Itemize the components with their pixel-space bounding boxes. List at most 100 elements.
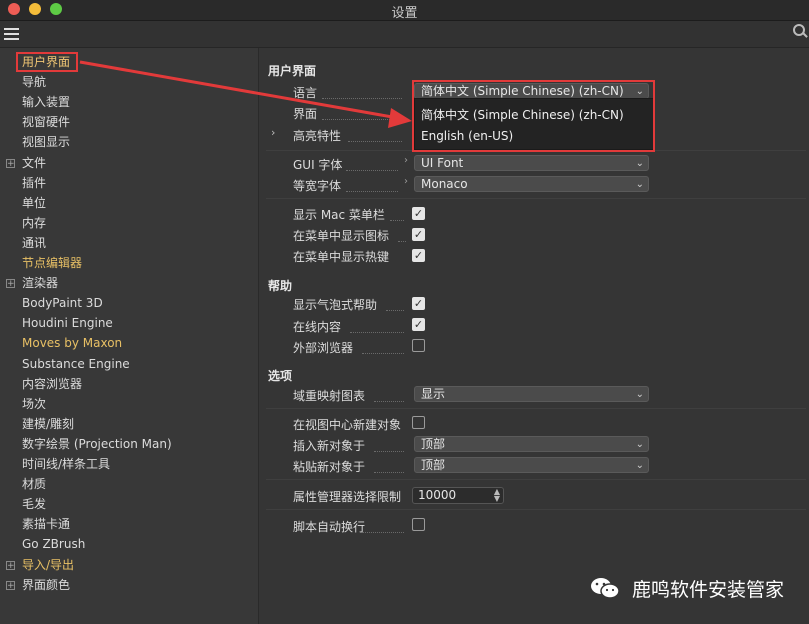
dotted-leader <box>350 331 404 333</box>
section-user-interface: 用户界面 <box>268 64 317 78</box>
online-content-label: 在线内容 <box>293 320 342 334</box>
attr-manager-limit-input[interactable]: 10000 ▲ ▼ <box>412 487 504 504</box>
expand-icon[interactable]: + <box>6 159 15 169</box>
sidebar-item[interactable]: 数字绘景 (Projection Man) <box>22 435 172 453</box>
section-options: 选项 <box>268 369 293 383</box>
dotted-leader <box>348 140 402 142</box>
sidebar-item[interactable]: Moves by Maxon <box>22 334 122 352</box>
sidebar-item[interactable]: 导航 <box>22 73 46 91</box>
gui-font-value: UI Font <box>421 156 464 170</box>
dotted-leader <box>386 309 404 311</box>
sidebar-item[interactable]: Substance Engine <box>22 355 130 373</box>
chevron-down-icon: ⌄ <box>635 179 644 190</box>
new-object-view-center-checkbox[interactable] <box>412 416 425 429</box>
language-label: 语言 <box>293 86 318 100</box>
sidebar-item[interactable]: 插件 <box>22 174 46 192</box>
online-content-checkbox[interactable]: ✓ <box>412 318 425 331</box>
window-title: 设置 <box>391 6 418 21</box>
paste-new-object-label: 粘贴新对象于 <box>293 460 366 474</box>
insert-new-object-dropdown[interactable]: 顶部 ⌄ <box>414 436 649 452</box>
interface-label: 界面 <box>293 107 318 121</box>
stepper-arrows-icon[interactable]: ▲ ▼ <box>494 488 500 503</box>
show-mac-menubar-label: 显示 Mac 菜单栏 <box>293 208 385 222</box>
highlight-feature-label: 高亮特性 <box>293 129 342 143</box>
watermark-text: 鹿鸣软件安装管家 <box>631 579 784 601</box>
sidebar-item[interactable]: 素描卡通 <box>22 515 70 533</box>
paste-new-object-dropdown[interactable]: 顶部 ⌄ <box>414 457 649 473</box>
sidebar-item[interactable]: 界面颜色 <box>22 576 70 594</box>
sidebar-item[interactable]: BodyPaint 3D <box>22 294 103 312</box>
sidebar-item[interactable]: Go ZBrush <box>22 535 85 553</box>
mono-font-dropdown[interactable]: Monaco ⌄ <box>414 176 649 192</box>
dotted-leader <box>346 190 398 192</box>
dotted-leader <box>374 471 404 473</box>
attr-manager-limit-value: 10000 <box>418 488 457 502</box>
sidebar-item[interactable]: 视窗硬件 <box>22 113 70 131</box>
field-remap-chart-dropdown[interactable]: 显示 ⌄ <box>414 386 649 402</box>
new-object-view-center-label: 在视图中心新建对象 <box>293 418 402 432</box>
mono-font-label: 等宽字体 <box>293 179 342 193</box>
chevron-right-icon[interactable]: › <box>271 126 275 139</box>
expand-icon[interactable]: + <box>6 561 15 571</box>
script-auto-wrap-checkbox[interactable] <box>412 518 425 531</box>
search-icon[interactable] <box>793 24 808 38</box>
dotted-leader <box>374 450 404 452</box>
sidebar-item[interactable]: 毛发 <box>22 495 46 513</box>
dotted-leader <box>322 118 402 120</box>
sidebar-item[interactable]: Houdini Engine <box>22 314 113 332</box>
divider <box>266 198 806 199</box>
gui-font-dropdown[interactable]: UI Font ⌄ <box>414 155 649 171</box>
mono-font-value: Monaco <box>421 177 468 191</box>
sidebar-item[interactable]: 节点编辑器 <box>22 254 82 272</box>
show-bubble-help-label: 显示气泡式帮助 <box>293 298 378 312</box>
hamburger-menu-icon[interactable] <box>4 28 19 40</box>
sidebar-item[interactable]: 内存 <box>22 214 46 232</box>
external-browser-checkbox[interactable] <box>412 339 425 352</box>
divider <box>266 509 806 510</box>
show-mac-menubar-checkbox[interactable]: ✓ <box>412 207 425 220</box>
divider <box>266 408 806 409</box>
sidebar-item[interactable]: 单位 <box>22 194 46 212</box>
sidebar-item[interactable]: 渲染器 <box>22 274 58 292</box>
sidebar-item[interactable]: 导入/导出 <box>22 556 74 574</box>
chevron-down-icon: ⌄ <box>635 439 644 450</box>
divider <box>266 479 806 480</box>
paste-new-object-value: 顶部 <box>421 458 446 472</box>
chevron-down-icon: ⌄ <box>635 460 644 471</box>
expand-icon[interactable]: + <box>6 279 15 289</box>
insert-new-object-label: 插入新对象于 <box>293 439 366 453</box>
section-help: 帮助 <box>268 279 293 293</box>
dotted-leader <box>362 531 404 533</box>
field-remap-chart-value: 显示 <box>421 387 446 401</box>
sidebar-item[interactable]: 内容浏览器 <box>22 375 82 393</box>
selected-item-annotation-box <box>16 52 78 72</box>
chevron-right-icon: › <box>404 176 408 187</box>
dotted-leader <box>390 219 404 221</box>
sidebar-item[interactable]: 通讯 <box>22 234 46 252</box>
dotted-leader <box>398 240 406 242</box>
sidebar-item[interactable]: 视图显示 <box>22 133 70 151</box>
show-hotkeys-in-menu-checkbox[interactable]: ✓ <box>412 249 425 262</box>
chevron-right-icon: › <box>404 155 408 166</box>
gui-font-label: GUI 字体 <box>293 158 343 172</box>
show-bubble-help-checkbox[interactable]: ✓ <box>412 297 425 310</box>
expand-icon[interactable]: + <box>6 581 15 591</box>
sidebar-item[interactable]: 材质 <box>22 475 46 493</box>
sidebar-item[interactable]: 文件 <box>22 154 46 172</box>
insert-new-object-value: 顶部 <box>421 437 446 451</box>
title-bar: 设置 <box>0 0 809 21</box>
show-icons-in-menu-checkbox[interactable]: ✓ <box>412 228 425 241</box>
sidebar-item[interactable]: 场次 <box>22 395 46 413</box>
show-hotkeys-in-menu-label: 在菜单中显示热键 <box>293 250 390 264</box>
chevron-down-icon: ⌄ <box>635 389 644 400</box>
attr-manager-limit-label: 属性管理器选择限制 <box>293 490 402 504</box>
sidebar-item[interactable]: 建模/雕刻 <box>22 415 74 433</box>
sidebar-item[interactable]: 输入装置 <box>22 93 70 111</box>
dotted-leader <box>346 169 398 171</box>
external-browser-label: 外部浏览器 <box>293 341 354 355</box>
dotted-leader <box>374 400 404 402</box>
script-auto-wrap-label: 脚本自动换行 <box>293 520 366 534</box>
sidebar-item[interactable]: 时间线/样条工具 <box>22 455 110 473</box>
toolbar <box>0 21 809 48</box>
wechat-icon <box>591 578 620 599</box>
